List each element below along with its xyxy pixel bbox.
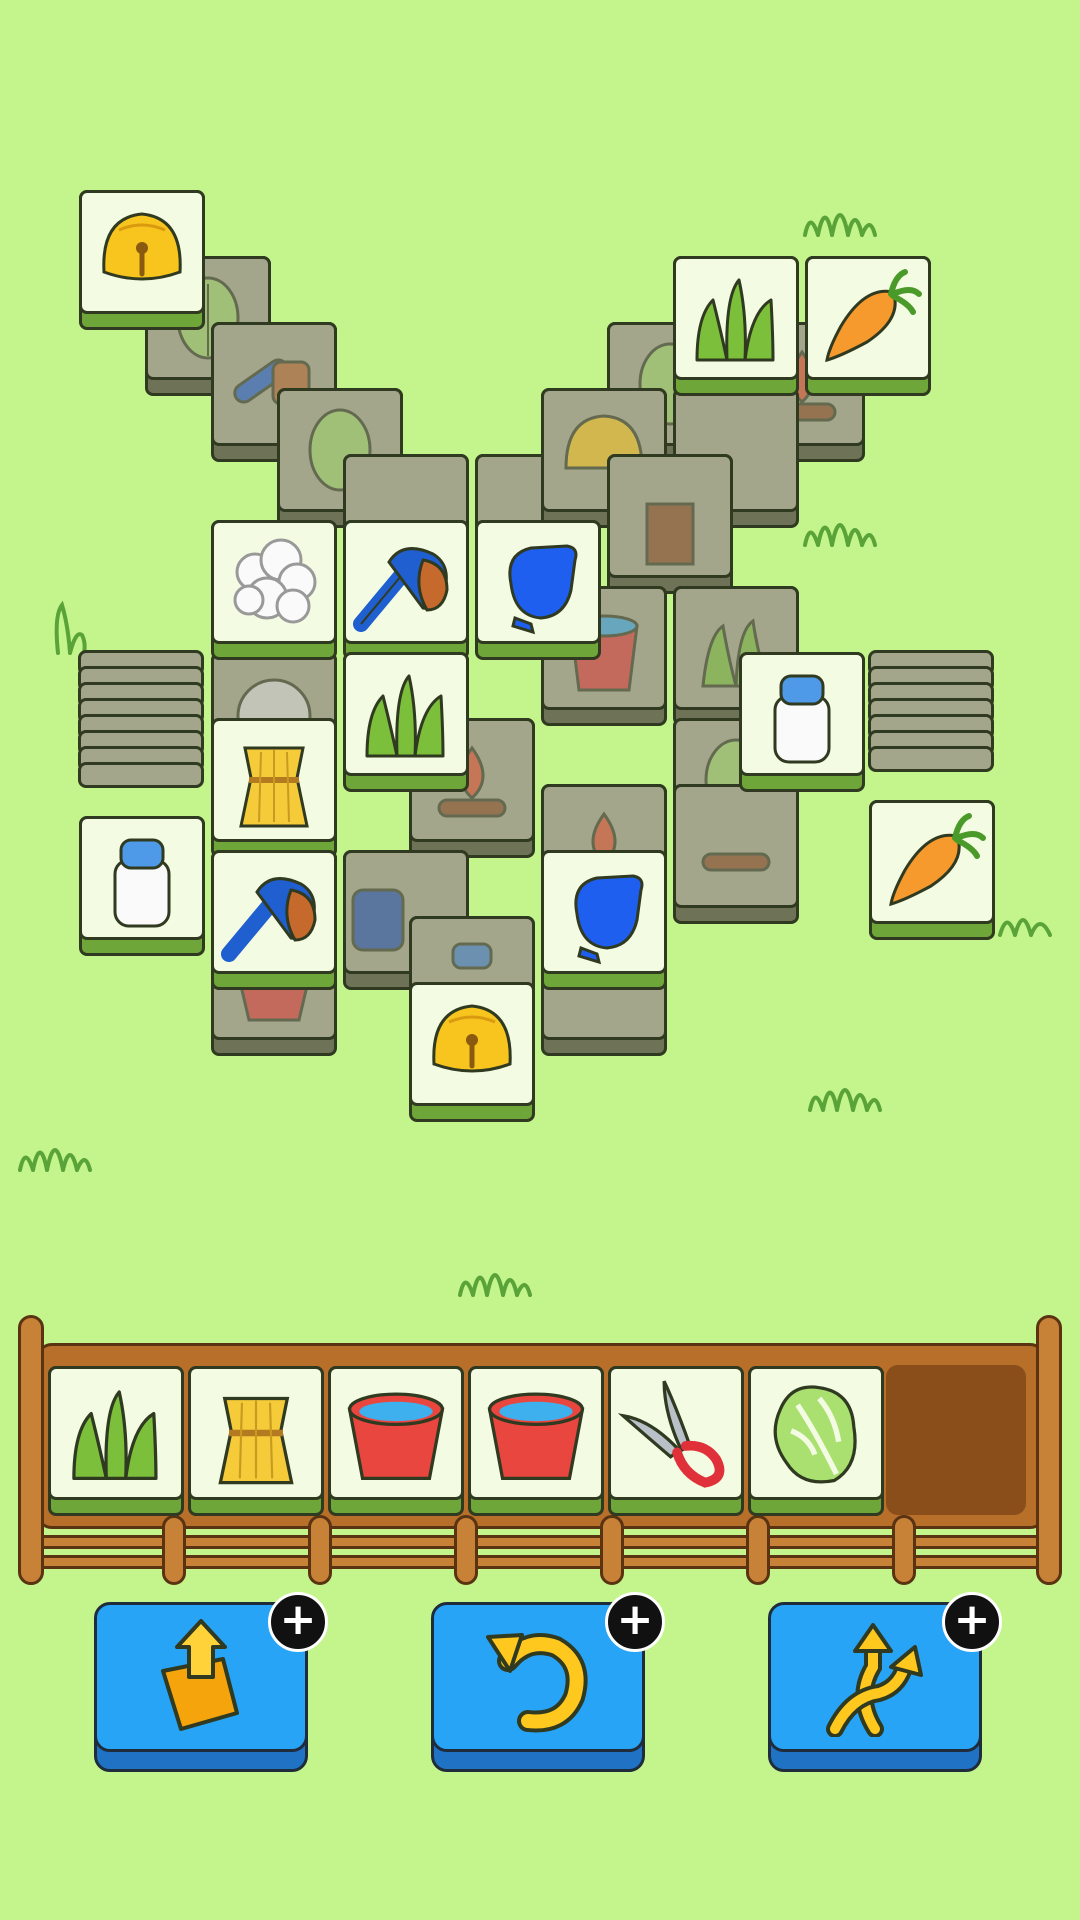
plus-badge: + xyxy=(942,1592,1002,1652)
tile-grass[interactable] xyxy=(343,652,469,792)
tile-wool[interactable] xyxy=(211,520,337,660)
undo-button[interactable]: + xyxy=(431,1592,665,1772)
tile-brush[interactable] xyxy=(211,850,337,990)
left-tile-stack xyxy=(78,650,204,840)
milk-icon xyxy=(113,838,171,928)
glove-icon xyxy=(508,544,578,635)
grass-tuft xyxy=(803,213,877,237)
brush-icon xyxy=(353,547,449,632)
grass-icon xyxy=(695,278,775,362)
grass-tuft xyxy=(803,523,877,547)
undo-icon xyxy=(486,1633,588,1733)
grass-icon xyxy=(365,674,445,758)
fence-post xyxy=(454,1515,478,1585)
grass-tuft xyxy=(998,918,1052,937)
remove-tiles-button[interactable]: + xyxy=(94,1592,328,1772)
carrot-icon xyxy=(889,813,986,907)
tile-campfire xyxy=(673,784,799,924)
shuffle-button[interactable]: + xyxy=(768,1592,1002,1772)
tray-slot-wheat xyxy=(188,1366,324,1516)
return-tiles-icon xyxy=(161,1619,239,1731)
fence-post xyxy=(746,1515,770,1585)
wheat-icon xyxy=(218,1396,294,1485)
grass-tuft xyxy=(808,1088,882,1112)
bell-icon xyxy=(432,1004,512,1073)
wheat-icon xyxy=(239,746,309,828)
tray-slot-grass xyxy=(48,1366,184,1516)
fence-post xyxy=(18,1315,44,1585)
plus-badge: + xyxy=(268,1592,328,1652)
tray-slot-bucket xyxy=(468,1366,604,1516)
fence-post xyxy=(308,1515,332,1585)
shears-icon xyxy=(617,1380,725,1488)
wool-icon xyxy=(233,538,317,624)
glove-icon xyxy=(574,874,644,965)
tile-bell[interactable] xyxy=(79,190,205,330)
fence-post xyxy=(892,1515,916,1585)
fence-post xyxy=(1036,1315,1062,1585)
tray-slot-bucket xyxy=(328,1366,464,1516)
plus-badge: + xyxy=(605,1592,665,1652)
fence-post xyxy=(600,1515,624,1585)
tray-slot-shears xyxy=(608,1366,744,1516)
empty-slot xyxy=(886,1365,1026,1515)
grass-tuft xyxy=(458,1273,532,1297)
bucket-icon xyxy=(487,1392,585,1480)
stump-icon xyxy=(645,502,695,566)
shuffle-icon xyxy=(826,1623,923,1737)
brush-icon xyxy=(221,877,317,962)
tile-wheat[interactable] xyxy=(211,718,337,858)
tile-tree-stump xyxy=(607,454,733,594)
tile-glove[interactable] xyxy=(475,520,601,660)
fence-post xyxy=(162,1515,186,1585)
tile-brush[interactable] xyxy=(343,520,469,660)
tile-milk[interactable] xyxy=(739,652,865,792)
milk-icon xyxy=(773,674,831,764)
tray-slot-cabbage xyxy=(748,1366,884,1516)
carrot-icon xyxy=(825,269,922,363)
right-tile-stack xyxy=(868,650,994,820)
grass-tuft xyxy=(18,1148,92,1172)
bucket-icon xyxy=(347,1392,445,1480)
grass-icon xyxy=(72,1390,158,1480)
tile-grass[interactable] xyxy=(673,256,799,396)
tile-bell[interactable] xyxy=(409,982,535,1122)
tile-milk[interactable] xyxy=(79,816,205,956)
grass-tuft xyxy=(54,600,87,655)
tile-glove[interactable] xyxy=(541,850,667,990)
cabbage-icon xyxy=(773,1385,857,1484)
campfire-icon xyxy=(701,852,771,872)
tile-carrot[interactable] xyxy=(869,800,995,940)
bell-icon xyxy=(102,212,182,281)
tile-carrot[interactable] xyxy=(805,256,931,396)
